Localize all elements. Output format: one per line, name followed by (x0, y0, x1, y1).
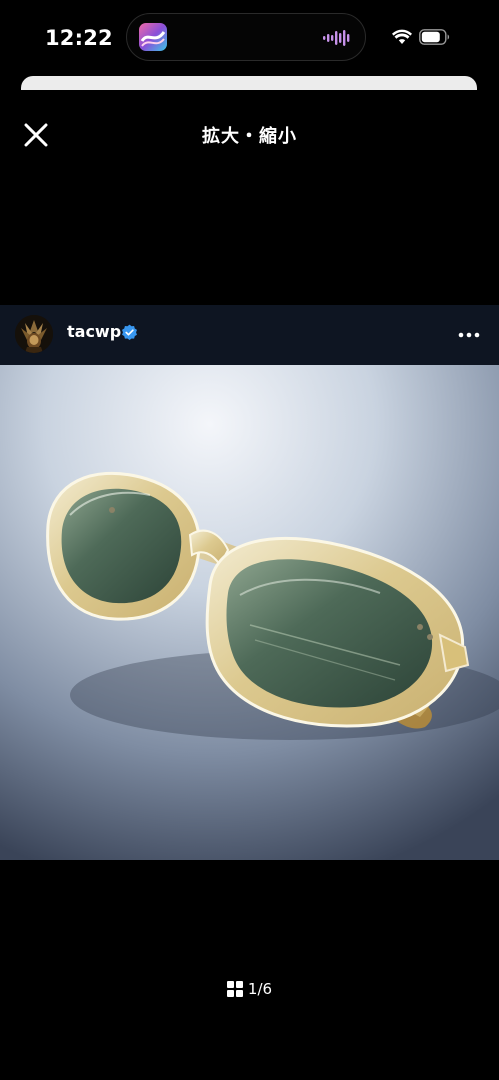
verified-badge-icon (122, 324, 137, 340)
wifi-icon (392, 29, 412, 45)
post-username[interactable]: tacwp (67, 322, 121, 341)
pager-label: 1/6 (247, 980, 273, 998)
page-title: 拡大・縮小 (202, 126, 297, 147)
post-photo[interactable] (0, 365, 499, 860)
status-time: 12:22 (45, 26, 113, 50)
now-playing-app-icon (139, 23, 167, 51)
battery-icon (419, 29, 451, 45)
status-bar: 12:22 (0, 0, 499, 74)
dynamic-island[interactable] (126, 13, 366, 61)
more-options-icon[interactable] (456, 325, 482, 345)
audio-wave-icon (323, 30, 351, 46)
avatar[interactable] (15, 315, 53, 353)
grid-icon[interactable] (226, 981, 243, 997)
sheet-top-edge (21, 76, 477, 90)
image-pager: 1/6 (0, 980, 499, 998)
post-header: tacwp (0, 305, 499, 365)
viewer-header: 拡大・縮小 (0, 100, 499, 170)
